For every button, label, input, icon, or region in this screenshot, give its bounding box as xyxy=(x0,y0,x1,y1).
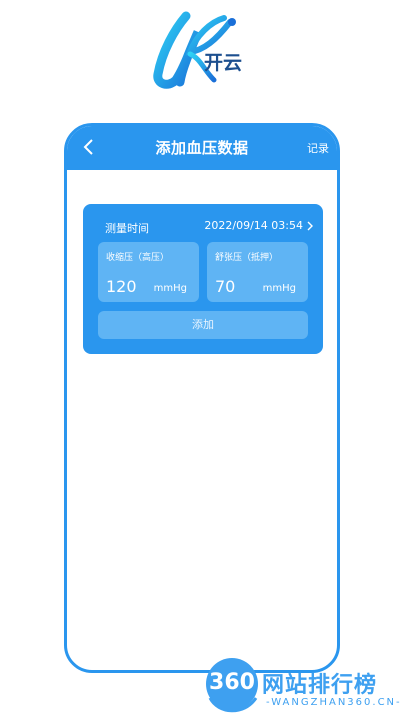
add-button[interactable]: 添加 xyxy=(98,311,308,339)
phone-frame: 添加血压数据 记录 测量时间 2022/09/14 03:54 收缩压（高压） … xyxy=(64,123,340,673)
blood-pressure-form-card: 测量时间 2022/09/14 03:54 收缩压（高压） 120 mmHg 舒… xyxy=(83,204,323,354)
logo-text: 开云 xyxy=(204,52,243,74)
diastolic-value: 70 xyxy=(215,277,236,296)
systolic-value: 120 xyxy=(106,277,137,296)
diastolic-input[interactable]: 舒张压（抵押） 70 mmHg xyxy=(207,242,308,302)
page-title: 添加血压数据 xyxy=(155,139,249,157)
app-logo: 开云 xyxy=(146,10,258,92)
watermark-badge: 360 xyxy=(196,654,260,718)
watermark-cn-text: 网站排行榜 xyxy=(262,673,378,698)
measure-time-label: 测量时间 xyxy=(105,222,149,235)
systolic-label: 收缩压（高压） xyxy=(106,253,170,263)
chevron-right-icon[interactable] xyxy=(306,221,314,231)
record-button[interactable]: 记录 xyxy=(307,140,329,156)
watermark-en-text: -WANGZHAN360.CN- xyxy=(266,697,402,708)
diastolic-label: 舒张压（抵押） xyxy=(215,253,279,263)
watermark-badge-text: 360 xyxy=(209,670,255,695)
systolic-unit: mmHg xyxy=(153,283,187,294)
diastolic-unit: mmHg xyxy=(262,283,296,294)
app-header: 添加血压数据 记录 xyxy=(67,126,337,170)
systolic-input[interactable]: 收缩压（高压） 120 mmHg xyxy=(98,242,199,302)
measure-time-value[interactable]: 2022/09/14 03:54 xyxy=(204,219,303,232)
